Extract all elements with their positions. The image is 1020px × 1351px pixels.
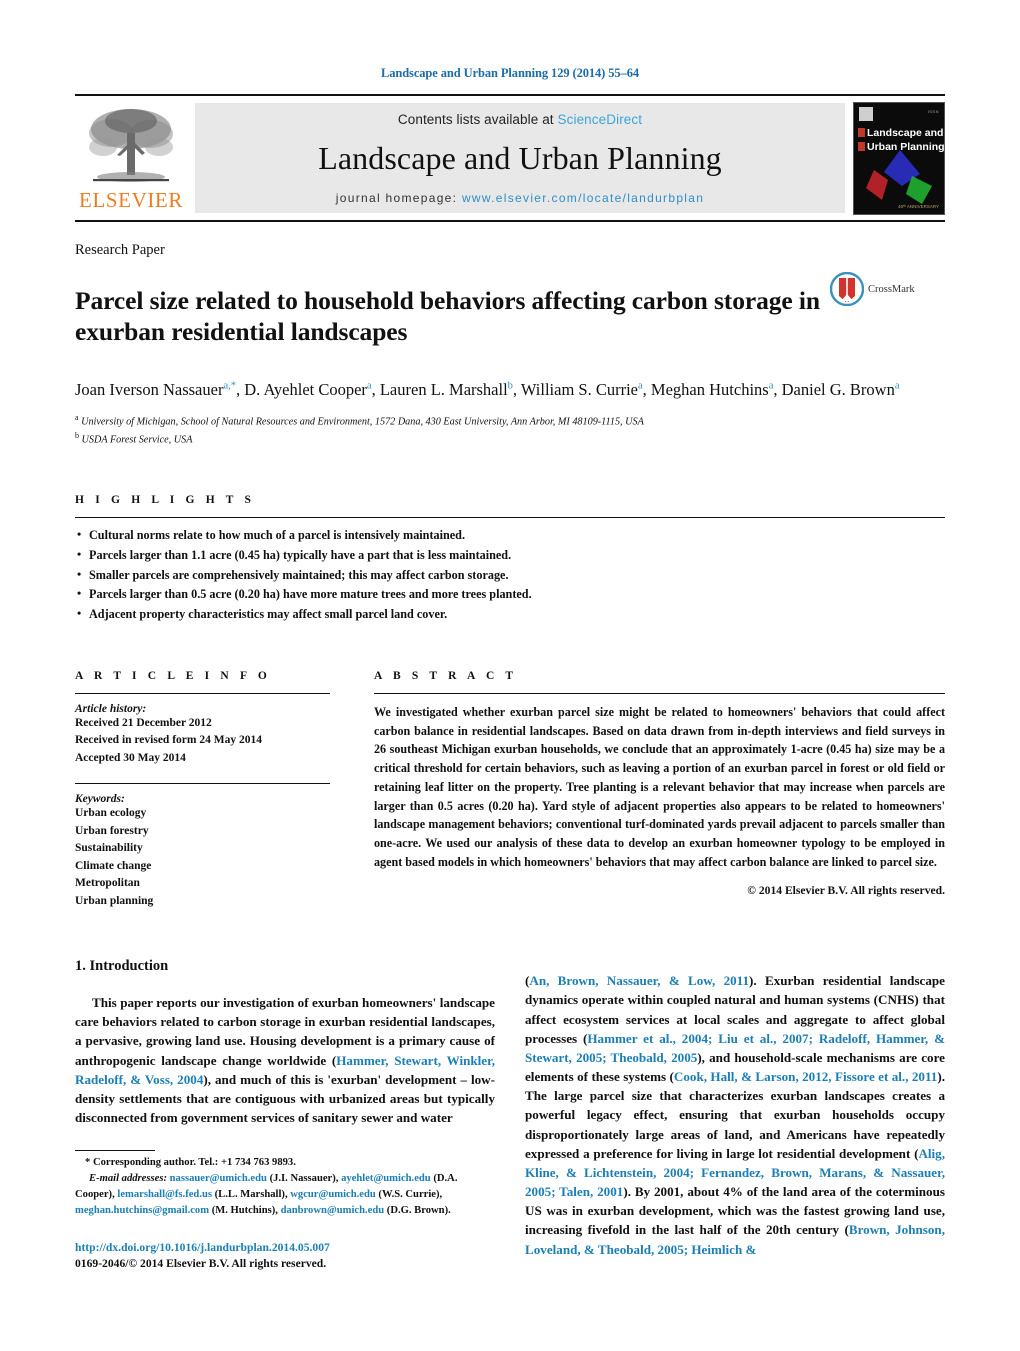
info-abstract-section: A R T I C L E I N F O Article history: R… [75,670,945,910]
history-received: Received 21 December 2012 [75,716,212,729]
contents-prefix: Contents lists available at [397,112,558,127]
sciencedirect-link[interactable]: ScienceDirect [558,112,643,127]
corresponding-author-note: * Corresponding author. Tel.: +1 734 763… [85,1157,296,1169]
intro-paragraph-right: (An, Brown, Nassauer, & Low, 2011). Exur… [525,973,945,1257]
list-item: Parcels larger than 0.5 acre (0.20 ha) h… [75,584,945,605]
article-info-label: A R T I C L E I N F O [75,669,271,682]
abstract-column: A B S T R A C T We investigated whether … [374,670,945,910]
elsevier-logo: ELSEVIER [75,103,187,213]
journal-cover-thumbnail: ISSN Landscape and Urban Planning 40ᵗʰ A… [853,101,945,215]
cover-top-text: ISSN [927,108,939,114]
article-history-block: Article history: Received 21 December 20… [75,703,330,767]
keywords-block: Keywords: Urban ecology Urban forestry S… [75,793,330,910]
abstract-rule [374,692,945,694]
highlights-label: H I G H L I G H T S [75,494,256,507]
doi-link[interactable]: http://dx.doi.org/10.1016/j.landurbplan.… [75,1241,495,1254]
highlights-section: H I G H L I G H T S Cultural norms relat… [75,494,945,625]
homepage-prefix: journal homepage: [335,191,458,205]
keyword-item: Sustainability [75,842,143,855]
list-item: Adjacent property characteristics may af… [75,604,945,625]
title-row: Parcel size related to household behavio… [75,268,945,364]
page-title: Parcel size related to household behavio… [75,286,820,347]
crossmark-badge[interactable]: CrossMark [830,272,915,306]
list-item: Smaller parcels are comprehensively main… [75,565,945,586]
keyword-item: Metropolitan [75,877,140,890]
affiliation-marker-a: a [75,413,79,423]
abstract-text: We investigated whether exurban parcel s… [374,704,945,869]
issn-copyright-line: 0169-2046/© 2014 Elsevier B.V. All right… [75,1256,327,1270]
keyword-item: Climate change [75,859,152,872]
keyword-item: Urban forestry [75,824,149,837]
running-head: Landscape and Urban Planning 129 (2014) … [380,66,640,80]
body-column-right: (An, Brown, Nassauer, & Low, 2011). Exur… [525,958,945,1272]
keyword-item: Urban planning [75,894,154,907]
cover-publisher-mark [859,106,873,121]
abstract-label: A B S T R A C T [374,669,518,682]
affiliation-text-b: USDA Forest Service, USA [81,434,193,446]
footnote-rule [75,1150,155,1152]
keywords-label: Keywords: [75,793,125,806]
body-column-left: 1. Introduction This paper reports our i… [75,958,495,1272]
crossmark-label: CrossMark [868,283,915,295]
history-accepted: Accepted 30 May 2014 [75,751,186,764]
affiliation-b: b USDA Forest Service, USA [75,430,945,448]
elsevier-wordmark: ELSEVIER [79,188,183,212]
list-item: Cultural norms relate to how much of a p… [75,525,945,546]
body-columns: 1. Introduction This paper reports our i… [75,958,945,1272]
highlights-rule [75,517,945,519]
crossmark-icon [830,272,864,306]
article-info-rule [75,692,330,694]
journal-masthead: ELSEVIER Contents lists available at Sci… [75,94,945,222]
affiliation-a: a University of Michigan, School of Natu… [75,412,945,430]
affiliations-block: a University of Michigan, School of Natu… [75,412,945,448]
section-heading-introduction: 1. Introduction [75,958,169,975]
footnote-area: * Corresponding author. Tel.: +1 734 763… [75,1150,495,1272]
doi-block: http://dx.doi.org/10.1016/j.landurbplan.… [75,1241,495,1272]
abstract-copyright: © 2014 Elsevier B.V. All rights reserved… [747,884,945,898]
contents-list-line: Contents lists available at ScienceDirec… [398,112,642,127]
keywords-rule [75,783,330,785]
email-addresses-note: E-mail addresses: nassauer@umich.edu (J.… [75,1173,458,1216]
affiliation-text-a: University of Michigan, School of Natura… [81,416,644,428]
cover-artwork [866,149,932,204]
history-revised: Received in revised form 24 May 2014 [75,734,262,747]
cover-red-square-1 [858,127,865,137]
journal-homepage-line: journal homepage: www.elsevier.com/locat… [336,191,704,205]
cover-anniversary-text: 40ᵗʰ ANNIVERSARY [898,204,939,210]
masthead-panel: Contents lists available at ScienceDirec… [195,103,845,213]
elsevier-tree-icon [89,109,173,182]
article-history-label: Article history: [75,702,147,715]
paper-page: Landscape and Urban Planning 129 (2014) … [0,0,1020,1351]
list-item: Parcels larger than 1.1 acre (0.45 ha) t… [75,545,945,566]
journal-homepage-link[interactable]: www.elsevier.com/locate/landurbplan [462,191,704,205]
article-type-label: Research Paper [75,242,165,258]
intro-paragraph-left: This paper reports our investigation of … [75,995,495,1126]
affiliation-marker-b: b [75,431,79,441]
article-info-column: A R T I C L E I N F O Article history: R… [75,670,330,910]
highlights-list: Cultural norms relate to how much of a p… [75,525,945,625]
author-list: Joan Iverson Nassauera,*, D. Ayehlet Coo… [75,380,900,400]
keyword-item: Urban ecology [75,807,147,820]
cover-title-line1: Landscape and [867,126,944,139]
journal-title: Landscape and Urban Planning [318,140,722,177]
